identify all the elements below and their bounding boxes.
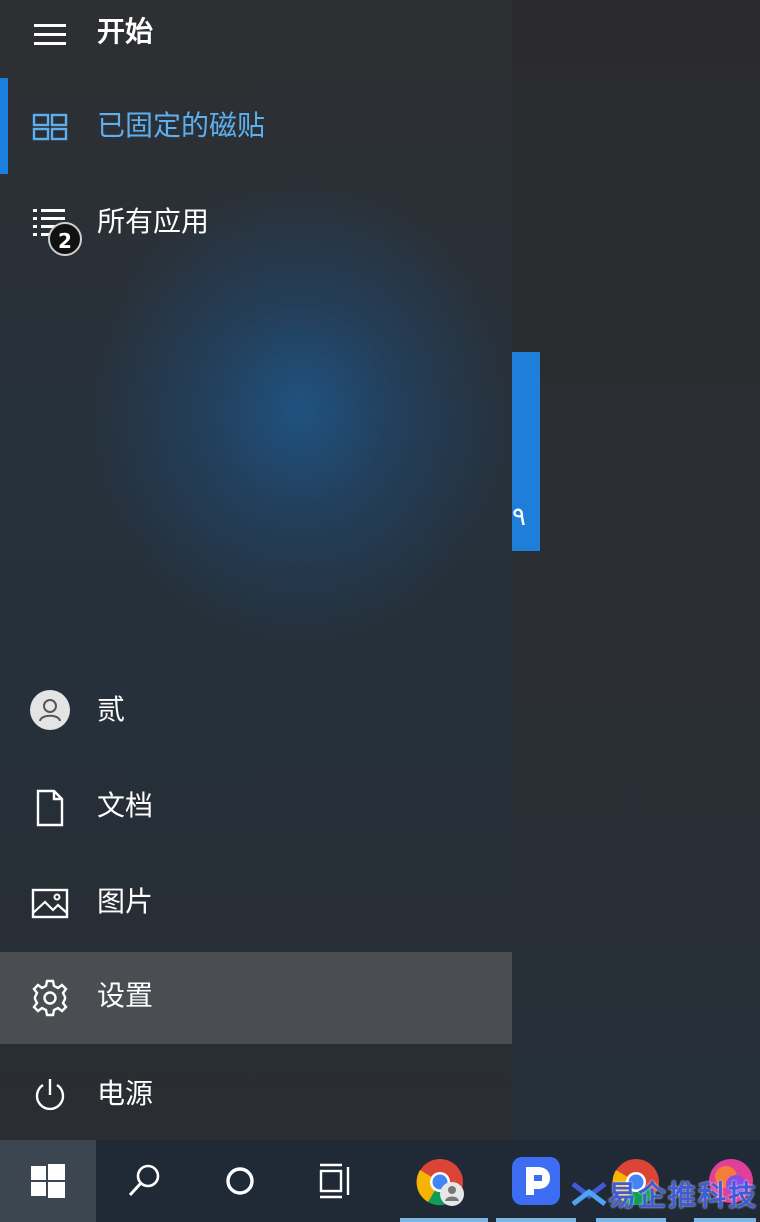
start-menu-pane: 开始 已固定的磁贴 所有应用 2 贰 文档 图片 设置 电源 [0,0,512,1140]
document-icon [36,789,64,827]
running-indicator [596,1218,666,1222]
hamburger-menu-icon[interactable] [30,14,70,54]
user-account-label: 贰 [97,693,126,726]
search-button[interactable] [96,1140,192,1222]
cortana-icon [226,1167,254,1195]
settings-item[interactable]: 设置 [0,952,512,1044]
running-indicator [400,1218,488,1222]
user-account-item[interactable]: 贰 [0,664,512,760]
person-icon [39,699,61,722]
step-badge: 2 [48,222,82,256]
app-icon [512,1157,560,1205]
windows-start-icon [31,1164,65,1198]
chrome-icon [416,1159,464,1206]
avatar [30,690,70,730]
watermark-text: 易企推科技 [608,1179,759,1212]
power-label: 电源 [97,1077,154,1110]
watermark-logo-icon [571,1182,607,1206]
chrome-taskbar-button[interactable] [396,1140,492,1222]
running-indicator [496,1218,576,1222]
tiles-icon [32,113,68,141]
nav-all-apps-label: 所有应用 [97,205,210,238]
documents-label: 文档 [97,789,154,822]
gear-icon [32,979,68,1017]
power-icon [35,1079,65,1111]
watermark: 易企推科技 [570,1170,760,1214]
cortana-button[interactable] [192,1140,288,1222]
picture-icon [31,888,69,919]
nav-all-apps[interactable]: 所有应用 [0,176,512,272]
running-indicator [694,1218,756,1222]
start-menu-title: 开始 [97,15,154,48]
search-icon [128,1164,160,1197]
settings-label: 设置 [97,979,154,1012]
documents-item[interactable]: 文档 [0,760,512,856]
task-view-icon [319,1163,350,1199]
nav-pinned-tiles-label: 已固定的磁贴 [97,109,266,142]
power-item[interactable]: 电源 [0,1048,512,1140]
pictures-item[interactable]: 图片 [0,856,512,952]
tile-glyph: ٩ [512,502,526,532]
pictures-label: 图片 [97,885,154,918]
task-view-button[interactable] [288,1140,384,1222]
live-tile-edge[interactable]: ٩ [512,352,540,551]
start-button[interactable] [0,1140,96,1222]
nav-pinned-tiles[interactable]: 已固定的磁贴 [0,80,512,176]
start-menu-header: 开始 [0,0,512,80]
